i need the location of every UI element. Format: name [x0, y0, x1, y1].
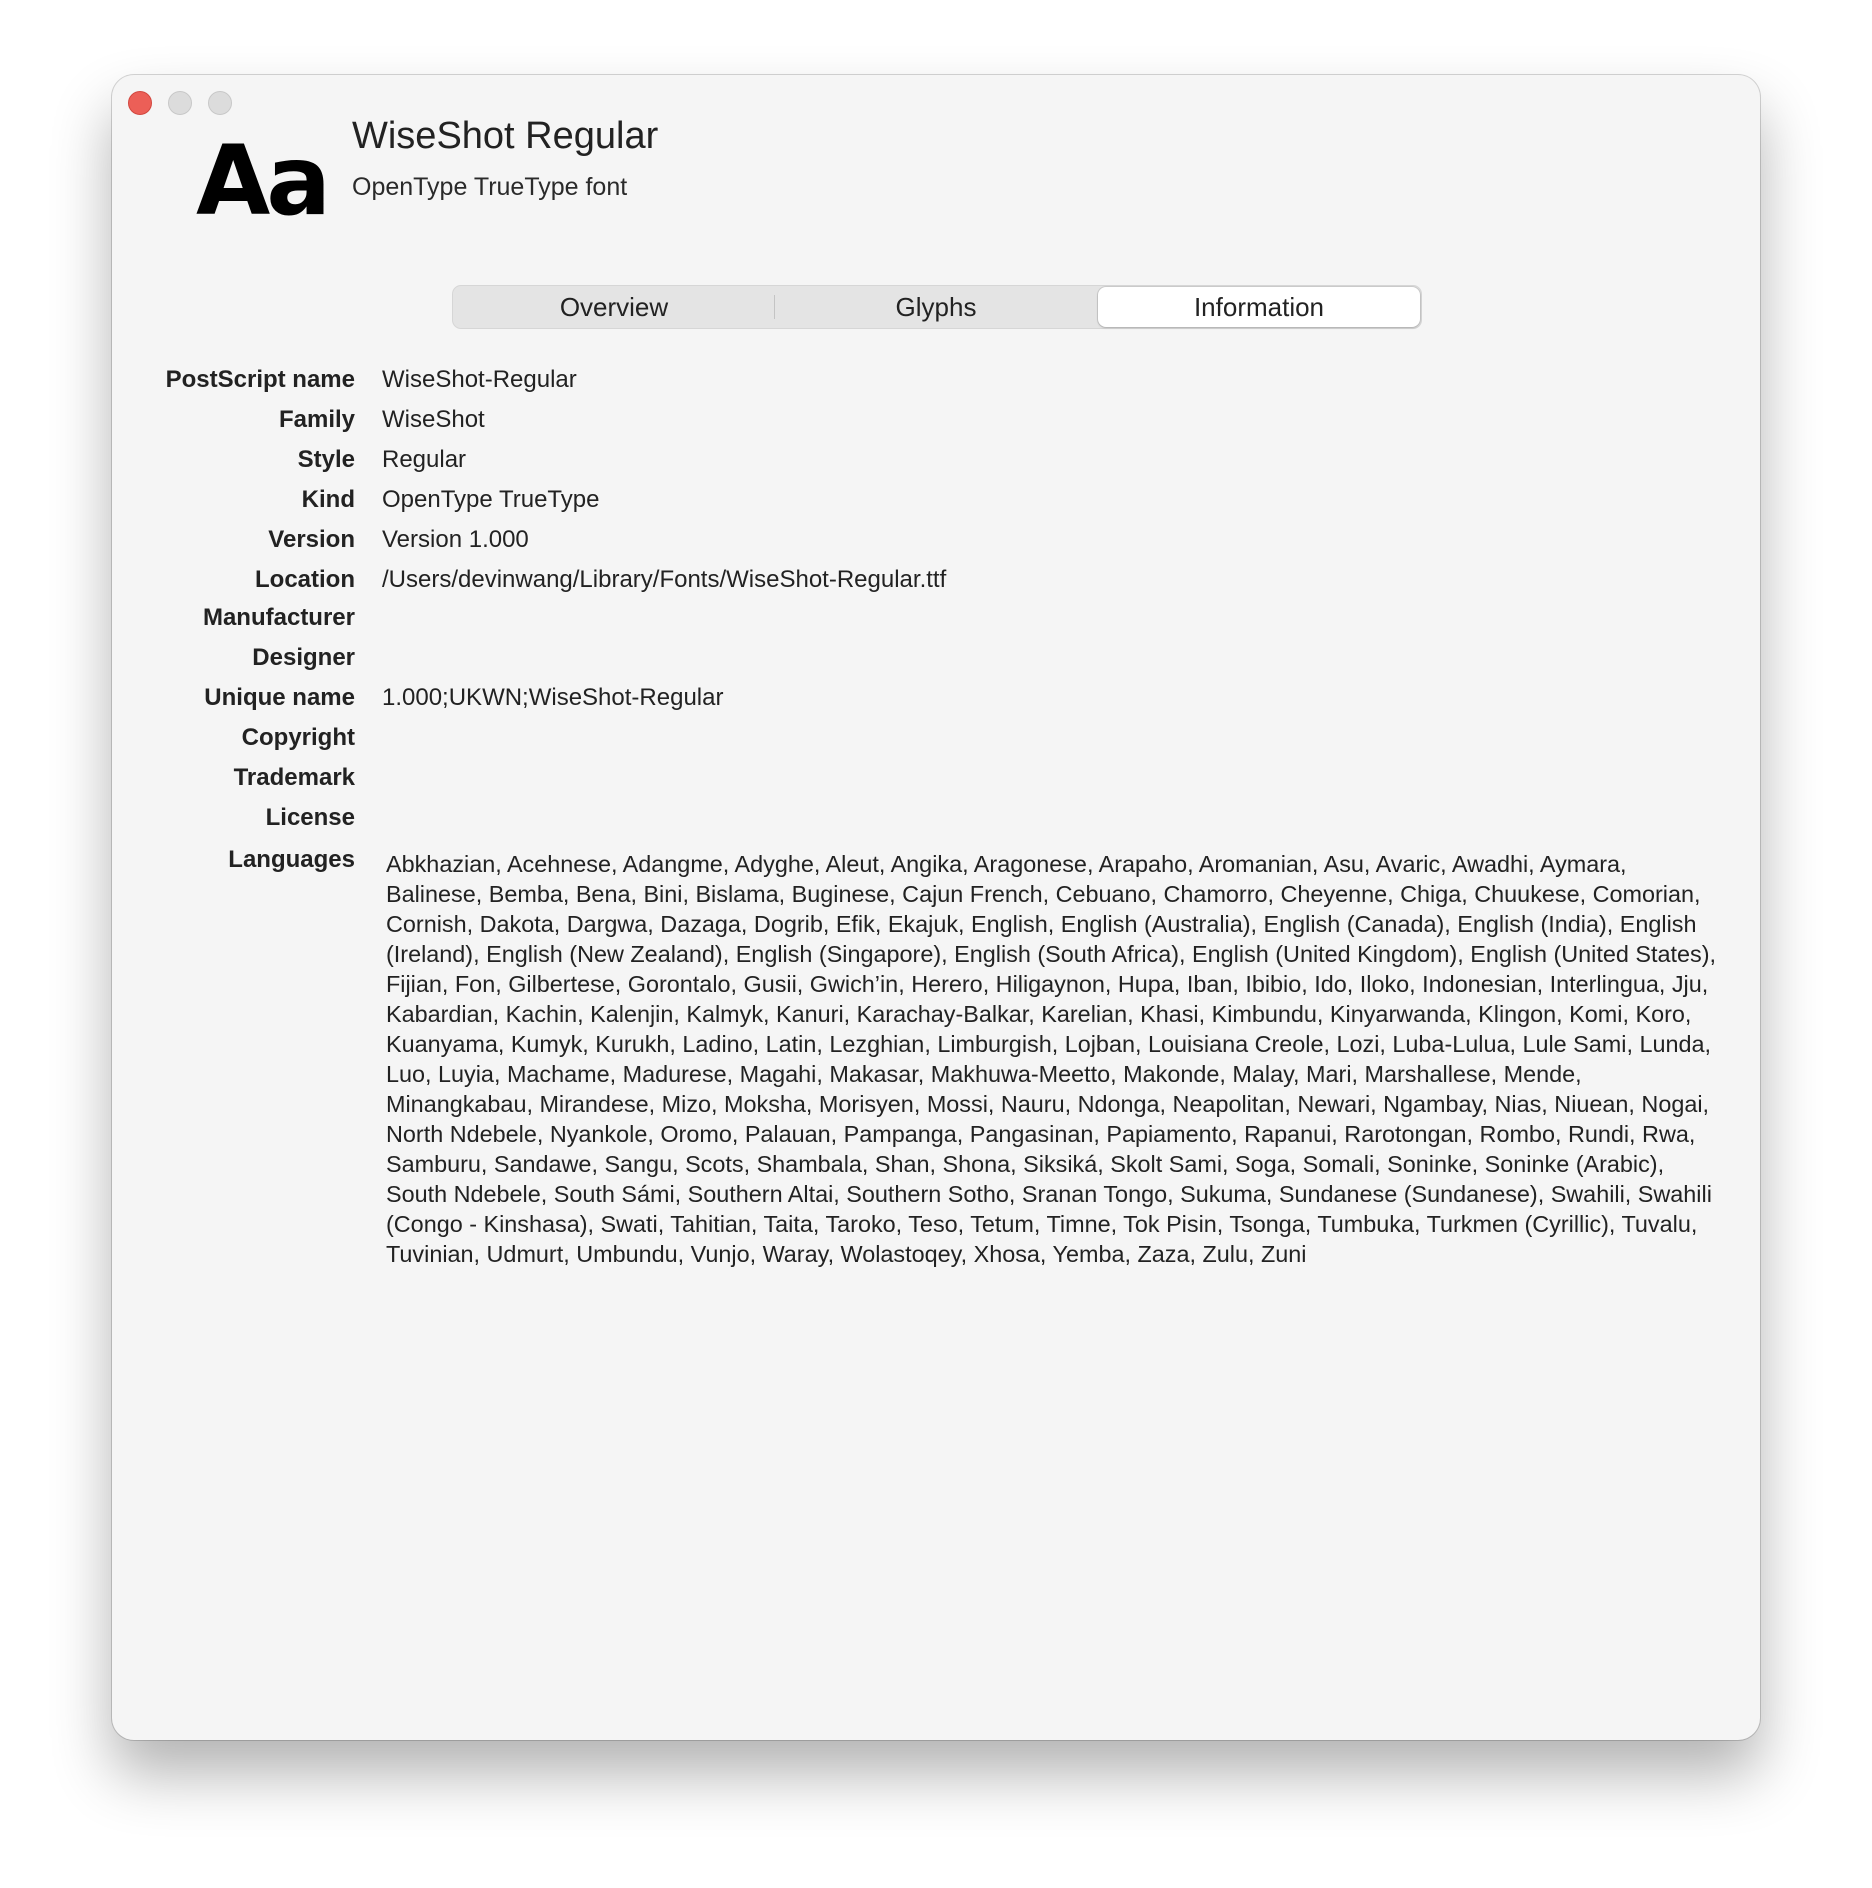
zoom-button[interactable] [208, 91, 232, 115]
info-label: Designer [252, 644, 355, 671]
view-segmented-control: Overview Glyphs Information [452, 285, 1422, 329]
minimize-button[interactable] [168, 91, 192, 115]
info-label: Unique name [204, 684, 355, 711]
info-value: 1.000;UKWN;WiseShot-Regular [382, 684, 724, 711]
tab-information[interactable]: Information [1098, 287, 1420, 327]
info-label: Location [255, 566, 355, 593]
info-label: Manufacturer [202, 604, 355, 631]
window-controls [128, 91, 232, 115]
info-value: /Users/devinwang/Library/Fonts/WiseShot-… [382, 566, 947, 593]
info-label: Languages [228, 846, 355, 873]
info-label: Style [297, 446, 355, 473]
close-button[interactable] [128, 91, 152, 115]
info-label: Version [268, 526, 355, 553]
info-value: WiseShot [382, 406, 485, 433]
font-preview-icon: Aa [196, 125, 331, 237]
font-info-window: Aa WiseShot Regular OpenType TrueType fo… [112, 75, 1760, 1740]
info-value: Version 1.000 [382, 526, 529, 553]
info-label: Family [278, 406, 355, 433]
info-label: Copyright [241, 724, 355, 751]
languages-list: Abkhazian, Acehnese, Adangme, Adyghe, Al… [386, 851, 1716, 1267]
info-label: Trademark [233, 764, 355, 791]
tab-glyphs[interactable]: Glyphs [775, 286, 1097, 328]
info-value: OpenType TrueType [382, 486, 600, 513]
info-value: Regular [382, 446, 467, 473]
font-subtitle: OpenType TrueType font [352, 173, 628, 201]
info-label: License [265, 804, 355, 831]
info-value: WiseShot-Regular [382, 366, 577, 393]
info-label: PostScript name [165, 366, 355, 393]
font-title: WiseShot Regular [352, 115, 659, 157]
tab-overview[interactable]: Overview [453, 286, 775, 328]
info-label: Kind [301, 486, 355, 513]
